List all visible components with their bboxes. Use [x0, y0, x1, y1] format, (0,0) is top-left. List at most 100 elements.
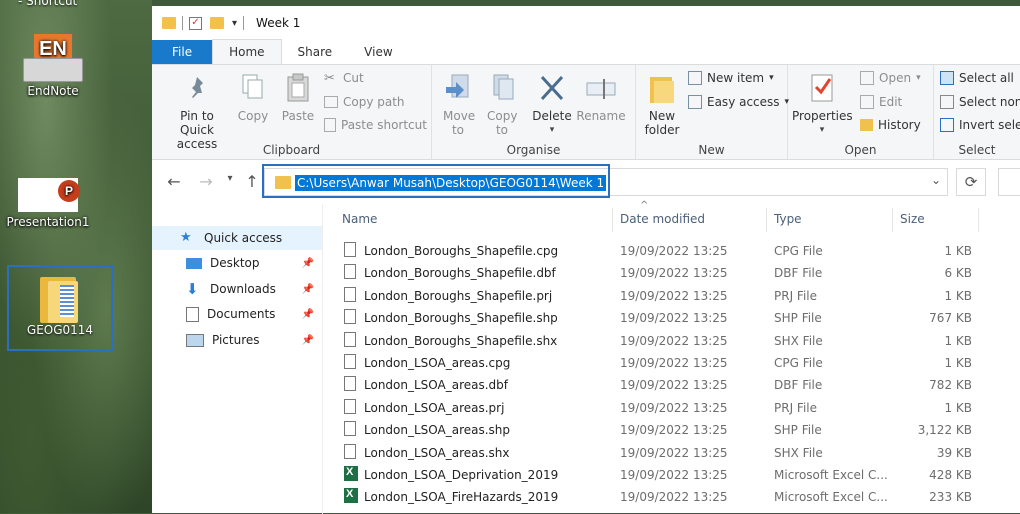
select-all-icon: [940, 71, 954, 85]
delete-x-icon: [536, 71, 568, 105]
nav-item-downloads[interactable]: ⬇ Downloads 📌: [152, 277, 322, 301]
invert-selection-button[interactable]: Invert selection: [940, 118, 1020, 132]
nav-item-documents[interactable]: Documents 📌: [152, 302, 322, 326]
file-type: SHX File: [774, 333, 823, 348]
file-size: 1 KB: [944, 288, 972, 303]
file-size: 767 KB: [929, 311, 972, 326]
file-size: 6 KB: [944, 266, 972, 281]
documents-icon: [186, 306, 199, 322]
file-date-modified: 19/09/2022 13:25: [620, 445, 728, 460]
delete-button[interactable]: Delete ▾: [532, 71, 572, 137]
tab-file[interactable]: File: [152, 40, 213, 64]
nav-item-desktop[interactable]: Desktop 📌: [152, 251, 322, 275]
file-row[interactable]: London_Boroughs_Shapefile.shp 19/09/2022 …: [322, 307, 1020, 329]
tab-home[interactable]: Home: [212, 39, 282, 64]
file-row[interactable]: London_LSOA_Deprivation_2019 19/09/2022 1…: [322, 464, 1020, 486]
open-button[interactable]: Open ▾: [860, 71, 921, 85]
pin-icon[interactable]: 📌: [302, 309, 314, 320]
file-row[interactable]: London_LSOA_FireHazards_2019 19/09/2022 1…: [322, 486, 1020, 508]
organise-group: Move to Copy to Delete ▾ Rename Organise: [432, 65, 636, 159]
powerpoint-icon: P: [18, 178, 80, 212]
desktop-icon-geog0114[interactable]: GEOG0114: [7, 265, 113, 351]
rename-button[interactable]: Rename: [576, 71, 626, 123]
new-folder-button[interactable]: New folder: [640, 71, 684, 137]
search-box[interactable]: [998, 168, 1020, 196]
copy-to-button[interactable]: Copy to: [484, 71, 520, 137]
edit-button[interactable]: Edit: [860, 95, 902, 109]
select-group-label: Select: [958, 143, 996, 157]
tab-share[interactable]: Share: [282, 40, 349, 64]
file-size: 1 KB: [944, 244, 972, 258]
customize-quick-access-icon[interactable]: ▾: [232, 18, 237, 29]
select-all-button[interactable]: Select all: [940, 71, 1014, 85]
back-arrow-icon[interactable]: ←: [164, 172, 184, 191]
history-button[interactable]: History: [860, 118, 921, 132]
file-name: London_LSOA_Deprivation_2019: [364, 468, 559, 482]
pin-icon: [181, 71, 213, 105]
file-icon: [344, 443, 356, 459]
copy-icon: [237, 71, 269, 105]
select-group: Select all Select none Invert selection …: [934, 65, 1020, 159]
file-row[interactable]: London_Boroughs_Shapefile.cpg 19/09/2022 …: [322, 240, 1020, 262]
file-row[interactable]: London_Boroughs_Shapefile.prj 19/09/2022 …: [322, 285, 1020, 307]
ribbon-tabs: File Home Share View: [152, 39, 1020, 64]
properties-button[interactable]: Properties ▾: [792, 71, 853, 137]
new-folder-icon[interactable]: [210, 17, 224, 29]
cut-button[interactable]: ✂ Cut: [324, 71, 364, 86]
file-explorer-window: ✓ ▾ Week 1 File Home Share View Pin to Q…: [152, 6, 1020, 514]
desktop-icon-endnote[interactable]: EN EndNote: [5, 34, 101, 98]
file-row[interactable]: London_Boroughs_Shapefile.dbf 19/09/2022 …: [322, 262, 1020, 284]
column-header-name[interactable]: Name: [342, 212, 377, 226]
nav-item-pictures[interactable]: Pictures 📌: [152, 328, 322, 352]
recent-locations-chevron-icon[interactable]: ▾: [220, 173, 240, 184]
select-none-button[interactable]: Select none: [940, 95, 1020, 109]
pin-icon[interactable]: 📌: [302, 284, 314, 295]
tab-view[interactable]: View: [348, 40, 408, 64]
file-size: 39 KB: [936, 445, 972, 460]
column-header-size[interactable]: Size: [900, 212, 925, 226]
file-row[interactable]: London_LSOA_areas.prj 19/09/2022 13:25 PRJ…: [322, 397, 1020, 419]
easy-access-button[interactable]: Easy access ▾: [688, 95, 789, 109]
file-row[interactable]: London_LSOA_areas.shx 19/09/2022 13:25 SHX…: [322, 442, 1020, 464]
column-header-type[interactable]: Type: [774, 212, 802, 226]
refresh-icon[interactable]: ⟳: [956, 168, 986, 196]
forward-arrow-icon[interactable]: →: [196, 172, 216, 191]
copy-path-button[interactable]: Copy path: [324, 95, 405, 109]
file-size: 1 KB: [944, 356, 972, 370]
file-date-modified: 19/09/2022 13:25: [620, 244, 728, 258]
file-row[interactable]: London_LSOA_areas.dbf 19/09/2022 13:25 DBF…: [322, 374, 1020, 396]
file-date-modified: 19/09/2022 13:25: [620, 266, 728, 281]
desktop-icon-label: EndNote: [27, 84, 79, 98]
column-header-date-modified[interactable]: Date modified: [620, 212, 705, 226]
move-to-icon: [442, 71, 474, 105]
file-size: 1 KB: [944, 400, 972, 415]
content-area: ★ Quick access Desktop 📌 ⬇ Downloads 📌 D…: [152, 200, 1020, 514]
file-row[interactable]: London_LSOA_areas.shp 19/09/2022 13:25 SHP…: [322, 419, 1020, 441]
properties-icon: [806, 71, 838, 105]
file-name: London_LSOA_areas.dbf: [364, 378, 509, 393]
file-date-modified: 19/09/2022 13:25: [620, 490, 728, 505]
paste-shortcut-button[interactable]: Paste shortcut: [324, 118, 427, 132]
clipboard-group-label: Clipboard: [262, 143, 321, 157]
pin-to-quick-access-button[interactable]: Pin to Quick access: [158, 71, 236, 151]
file-date-modified: 19/09/2022 13:25: [620, 333, 728, 348]
paste-button[interactable]: Paste: [278, 71, 318, 123]
folder-icon: [40, 277, 80, 323]
pin-icon[interactable]: 📌: [302, 335, 314, 346]
file-row[interactable]: London_Boroughs_Shapefile.shx 19/09/2022 …: [322, 330, 1020, 352]
new-item-button[interactable]: New item ▾: [688, 71, 774, 85]
nav-item-quick-access[interactable]: ★ Quick access: [152, 226, 322, 250]
move-to-button[interactable]: Move to: [440, 71, 476, 137]
copy-button[interactable]: Copy: [236, 71, 270, 123]
properties-check-icon[interactable]: ✓: [189, 16, 202, 30]
chevron-down-icon[interactable]: ⌄: [931, 173, 941, 187]
window-title: Week 1: [256, 16, 301, 30]
pin-icon[interactable]: 📌: [302, 258, 314, 269]
file-icon: [344, 376, 356, 392]
up-arrow-icon[interactable]: ↑: [242, 172, 262, 191]
easy-access-icon: [688, 95, 702, 109]
desktop-icon-presentation1[interactable]: P Presentation1: [0, 178, 96, 229]
new-group: New folder New item ▾ Easy access ▾ New: [636, 65, 789, 159]
file-row[interactable]: London_LSOA_areas.cpg 19/09/2022 13:25 CPG…: [322, 352, 1020, 374]
file-size: 428 KB: [929, 468, 972, 482]
